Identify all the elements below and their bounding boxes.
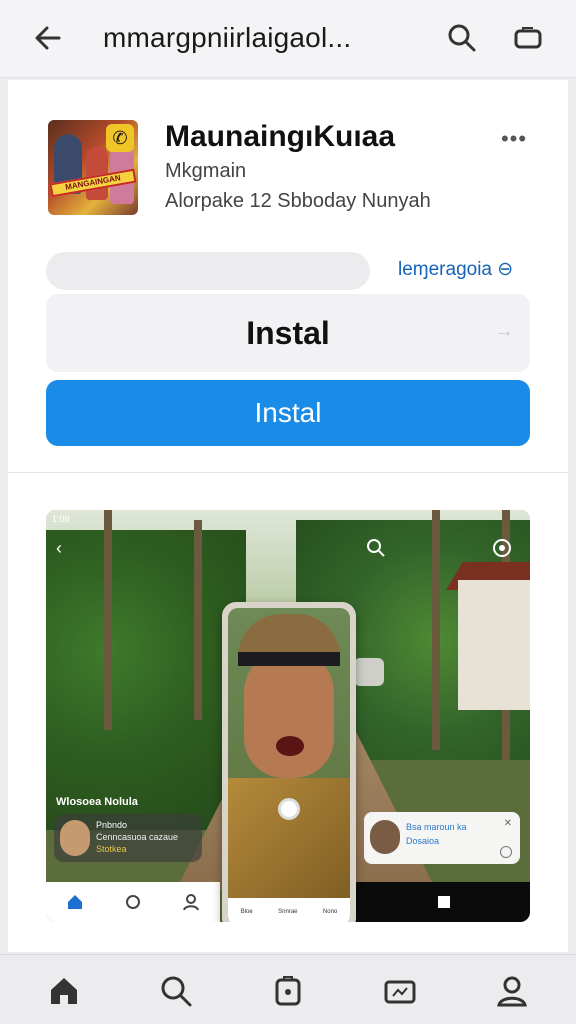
record-icon [278, 798, 300, 820]
search-button[interactable] [440, 18, 484, 58]
tabs-button[interactable] [506, 18, 550, 58]
cap-band [238, 652, 340, 666]
nav-home[interactable] [40, 967, 88, 1015]
phone-screen: Bloe Snnrae Nono [228, 608, 350, 922]
creator-name: Wlosoea Nolula [56, 796, 138, 808]
app-developer[interactable]: Mkgmain [165, 160, 246, 183]
profile-icon [181, 892, 201, 912]
search-icon [448, 24, 476, 52]
mouth [276, 736, 304, 756]
circle-icon [123, 892, 143, 912]
nav-games[interactable] [376, 967, 424, 1015]
home-icon [65, 892, 85, 912]
install-button[interactable]: Instal [46, 380, 530, 446]
close-icon: ✕ [503, 818, 512, 829]
more-options-button[interactable]: ••• [496, 126, 532, 152]
palm-trunk [432, 510, 440, 750]
install-option-label: Instal [246, 314, 330, 351]
car [354, 658, 384, 686]
creator-card-tag: Stotkea [96, 844, 127, 854]
creator-card-title: Pnbndo [96, 820, 128, 830]
avatar [60, 820, 90, 856]
app-icon: ✆ MANGAINGAN [48, 120, 138, 215]
palm-trunk [104, 510, 112, 730]
refresh-icon [500, 846, 512, 858]
top-app-bar: mmargpniirlaigaol... [0, 0, 576, 78]
house [458, 580, 530, 710]
apps-icon [275, 976, 301, 1006]
phone-nav-item: Nono [322, 909, 338, 915]
phone-mockup: Bloe Snnrae Nono [222, 602, 356, 922]
arrow-right-icon: → [494, 320, 514, 342]
creator-card-subtitle: Cenncasuoa cazaue [96, 832, 179, 842]
games-icon [384, 980, 416, 1004]
nav-search[interactable] [152, 967, 200, 1015]
divider [8, 472, 568, 473]
profile-icon [497, 976, 527, 1007]
palm-trunk [194, 520, 202, 720]
install-option-box[interactable]: Instal → [46, 294, 530, 372]
search-icon [367, 539, 385, 557]
info-link[interactable]: leɱeragoia ⊖ [398, 258, 513, 281]
creator-card: Pnbndo Cenncasuoa cazaue Stotkea [54, 814, 202, 862]
screenshot-nav-dark [356, 882, 530, 922]
app-detail-card: ✆ MANGAINGAN MaunaingıKuıaa Mkgmain Alor… [8, 80, 568, 952]
app-screenshot[interactable]: 1:08 ‹ Wlosoea Nolula Pnbndo Cenncasuoa … [46, 510, 530, 922]
home-icon [51, 978, 77, 1004]
notification-subtitle: Dosaioa [406, 836, 440, 846]
avatar [370, 820, 400, 854]
status-bar-time: 1:08 [52, 514, 70, 524]
tabs-icon [514, 27, 542, 49]
screenshot-foliage [46, 530, 246, 830]
bottom-navigation [0, 954, 576, 1024]
nav-profile[interactable] [488, 967, 536, 1015]
back-button[interactable] [26, 18, 70, 58]
app-name: MaunaingıKuıaa [165, 120, 396, 153]
notification-card: Bsa maroun ka Dosaioa ✕ [364, 812, 520, 864]
more-horizontal-icon: ••• [500, 126, 528, 151]
stop-icon [438, 896, 450, 908]
page-title: mmargpniirlaigaol... [103, 22, 352, 53]
app-meta: Alorpake 12 Sbboday Nunyah [165, 190, 431, 212]
notification-title: Bsa maroun ka [406, 822, 467, 832]
progress-pill [46, 252, 370, 290]
search-icon [161, 976, 192, 1007]
phone-nav: Bloe Snnrae Nono [228, 898, 350, 922]
phone-icon: ✆ [106, 124, 134, 152]
chevron-left-icon: ‹ [56, 538, 62, 558]
phone-nav-item: Snnrae [278, 909, 298, 915]
nav-apps[interactable] [264, 967, 312, 1015]
person-face [244, 648, 334, 778]
screenshot-nav [46, 882, 220, 922]
phone-nav-item: Bloe [240, 909, 253, 915]
settings-icon [493, 539, 511, 557]
arrow-left-icon [35, 26, 61, 50]
